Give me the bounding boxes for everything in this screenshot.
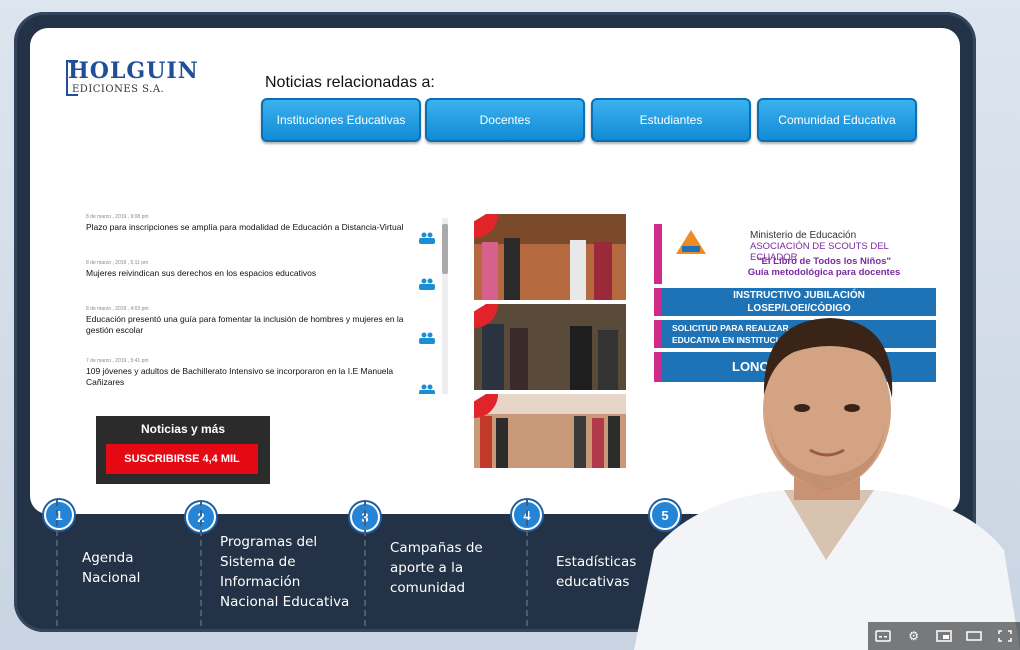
video-thumbnail[interactable]	[474, 304, 626, 390]
theater-icon[interactable]	[966, 629, 983, 643]
list-item[interactable]: 8 de marzo , 2019 , 4:03 pm Educación pr…	[86, 306, 450, 352]
holguin-logo: HOLGUIN EDICIONES S.A.	[66, 58, 198, 98]
step-divider	[526, 500, 528, 628]
list-item[interactable]: 8 de marzo , 2019 , 9:08 pm Plazo para i…	[86, 214, 450, 254]
news-date: 8 de marzo , 2019 , 9:08 pm	[86, 214, 149, 220]
news-title[interactable]: Plazo para inscripciones se amplía para …	[86, 222, 416, 233]
play-icon[interactable]	[474, 394, 499, 419]
category-button-instituciones[interactable]: Instituciones Educativas	[261, 98, 421, 142]
settings-icon[interactable]: ⚙	[906, 629, 922, 643]
step-label-programas[interactable]: Programas del Sistema de Información Nac…	[220, 532, 349, 612]
step-divider	[364, 500, 366, 628]
step-label-campanas[interactable]: Campañas de aporte a la comunidad	[390, 538, 483, 598]
logo-sub: EDICIONES S.A.	[72, 84, 165, 95]
subscribe-title: Noticias y más	[140, 422, 226, 436]
news-title[interactable]: 109 jóvenes y adultos de Bachillerato In…	[86, 366, 416, 388]
news-list: 8 de marzo , 2019 , 9:08 pm Plazo para i…	[86, 214, 450, 394]
subscribe-widget: Noticias y más SUSCRIBIRSE 4,4 MIL	[96, 416, 270, 484]
list-item[interactable]: 8 de marzo , 2019 , 5:11 pm Mujeres reiv…	[86, 260, 450, 300]
book-line2: Guía metodológica para docentes	[747, 267, 901, 278]
people-icon	[419, 278, 435, 290]
scouts-banner[interactable]: Ministerio de Educación ASOCIACIÓN DE SC…	[654, 224, 936, 284]
news-heading: Noticias relacionadas a:	[265, 74, 435, 91]
video-thumbnail[interactable]	[474, 214, 626, 300]
ministry-line1: Ministerio de Educación	[750, 230, 857, 241]
step-divider	[200, 500, 202, 628]
play-icon[interactable]	[474, 304, 499, 329]
scroll-thumb[interactable]	[442, 224, 448, 274]
news-title[interactable]: Educación presentó una guía para fomenta…	[86, 314, 416, 336]
scouts-logo-icon	[676, 230, 706, 254]
news-date: 8 de marzo , 2019 , 5:11 pm	[86, 260, 149, 266]
captions-icon[interactable]	[875, 629, 891, 643]
miniplayer-icon[interactable]	[936, 629, 952, 643]
logo-brand: HOLGUIN	[68, 58, 199, 84]
presenter-video-overlay	[634, 318, 1020, 650]
news-scrollbar[interactable]	[442, 218, 448, 394]
subscribe-button[interactable]: SUSCRIBIRSE 4,4 MIL	[106, 444, 258, 474]
book-line1: "El Libro de Todos los Niños"	[757, 256, 891, 267]
list-item[interactable]: 7 de marzo , 2019 , 5:41 pm 109 jóvenes …	[86, 358, 450, 394]
step-divider	[56, 500, 58, 628]
news-date: 8 de marzo , 2019 , 4:03 pm	[86, 306, 149, 312]
category-button-estudiantes[interactable]: Estudiantes	[591, 98, 751, 142]
category-button-docentes[interactable]: Docentes	[425, 98, 585, 142]
play-icon[interactable]	[474, 214, 499, 239]
banner-strip	[654, 224, 662, 284]
step-label-estadisticas[interactable]: Estadísticas educativas	[556, 552, 636, 592]
video-player-controls: ⚙	[868, 622, 1020, 650]
category-button-comunidad[interactable]: Comunidad Educativa	[757, 98, 917, 142]
fullscreen-icon[interactable]	[997, 629, 1013, 643]
news-title[interactable]: Mujeres reivindican sus derechos en los …	[86, 268, 416, 279]
people-icon	[419, 384, 435, 394]
people-icon	[419, 232, 435, 244]
step-label-agenda[interactable]: Agenda Nacional	[82, 548, 140, 588]
video-thumbnail[interactable]	[474, 394, 626, 468]
people-icon	[419, 332, 435, 344]
news-date: 7 de marzo , 2019 , 5:41 pm	[86, 358, 149, 364]
step-number-1[interactable]: 1	[44, 500, 74, 530]
